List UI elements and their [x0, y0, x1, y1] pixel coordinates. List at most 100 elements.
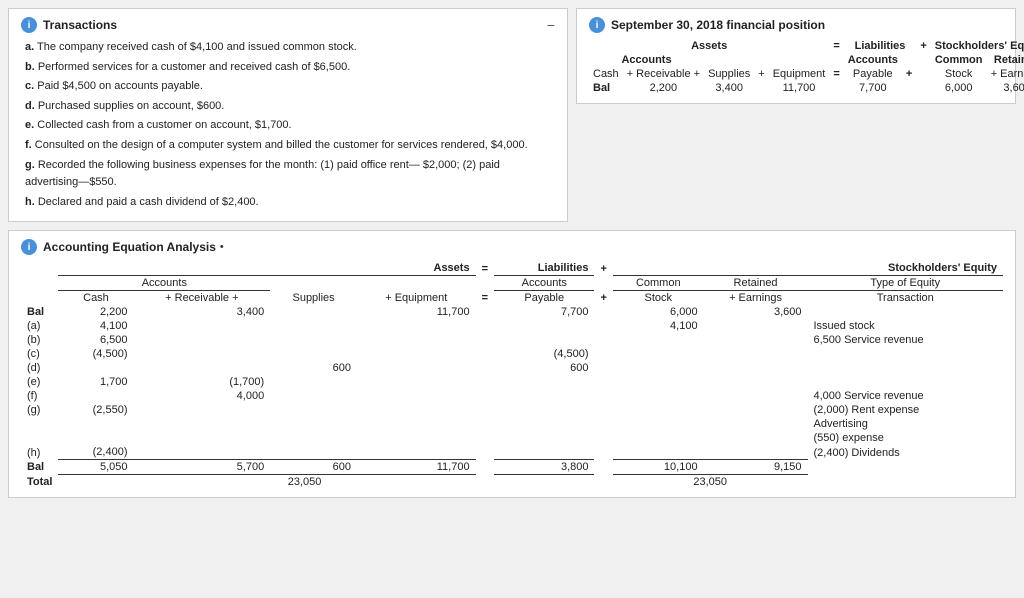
- transaction-h: h. Declared and paid a cash dividend of …: [25, 194, 551, 212]
- payable-subheader: Accounts: [844, 53, 902, 67]
- accounting-eq-panel: i Accounting Equation Analysis • Assets …: [8, 230, 1016, 498]
- cell-payable: 600: [494, 361, 594, 375]
- fin-position-header: i September 30, 2018 financial position: [589, 17, 1003, 33]
- retained-sub: Retained: [704, 276, 808, 291]
- main-container: i Transactions − a. The company received…: [8, 8, 1016, 498]
- fin-earnings-val: 3,600: [987, 81, 1024, 95]
- cell-payable: 7,700: [494, 305, 594, 319]
- liabilities-header: Liabilities: [844, 39, 917, 53]
- row-label: (h): [21, 445, 58, 460]
- transaction-d: d. Purchased supplies on account, $600.: [25, 98, 551, 116]
- retained-subheader: Retained: [987, 53, 1024, 67]
- supplies-header: Supplies: [270, 291, 357, 306]
- transaction-a: a. The company received cash of $4,100 a…: [25, 39, 551, 57]
- cell-cash: 1,700: [58, 375, 133, 389]
- cell-cash: 5,050: [58, 460, 133, 475]
- transaction-b: b. Performed services for a customer and…: [25, 59, 551, 77]
- accounts-payable-sub: Accounts: [494, 276, 594, 291]
- payable-header: Payable: [494, 291, 594, 306]
- cell-type: (550) expense: [808, 431, 1004, 445]
- common-subheader: Common: [931, 53, 987, 67]
- cell-supplies: 600: [270, 460, 357, 475]
- cell-common: 10,100: [613, 460, 704, 475]
- plus2: +: [902, 67, 916, 81]
- table-row: (550) expense: [21, 431, 1003, 445]
- row-label: (c): [21, 347, 58, 361]
- cell-supplies: 600: [270, 361, 357, 375]
- cell-common: 6,000: [613, 305, 704, 319]
- table-row: (e) 1,700 (1,700): [21, 375, 1003, 389]
- transaction-c: c. Paid $4,500 on accounts payable.: [25, 78, 551, 96]
- table-row: (b) 6,500 6,500 Service revenue: [21, 333, 1003, 347]
- accounts-sub: Accounts: [58, 276, 270, 291]
- bal-label: Bal: [589, 81, 623, 95]
- cell-supplies: [270, 305, 357, 319]
- eq-dot[interactable]: •: [220, 241, 224, 253]
- cell-receivable: 5,700: [133, 460, 270, 475]
- assets-header: Assets: [589, 39, 829, 53]
- transactions-list: a. The company received cash of $4,100 a…: [21, 39, 555, 211]
- eq-title: Accounting Equation Analysis: [43, 240, 216, 254]
- row-label: (b): [21, 333, 58, 347]
- top-row: i Transactions − a. The company received…: [8, 8, 1016, 222]
- table-row: (h) (2,400) (2,400) Dividends: [21, 445, 1003, 460]
- row-label: (a): [21, 319, 58, 333]
- transactions-minimize-button[interactable]: −: [547, 18, 555, 32]
- plus3: [916, 67, 930, 81]
- transactions-header: i Transactions −: [21, 17, 555, 33]
- fin-position-info-icon: i: [589, 17, 605, 33]
- cell-type: Advertising: [808, 417, 1004, 431]
- cell-receivable: 4,000: [133, 389, 270, 403]
- row-label: (g): [21, 403, 58, 417]
- earnings-header: + Earnings: [704, 291, 808, 306]
- receivable-col-header: + Receivable +: [623, 67, 704, 81]
- eq-equals: =: [476, 261, 494, 276]
- transactions-panel: i Transactions − a. The company received…: [8, 8, 568, 222]
- cell-equipment: 11,700: [357, 460, 476, 475]
- fin-receivable-val: 3,400: [704, 81, 754, 95]
- eq-info-icon: i: [21, 239, 37, 255]
- fin-cash-val: 2,200: [623, 81, 704, 95]
- transactions-info-icon: i: [21, 17, 37, 33]
- fin-payable-val: 7,700: [844, 81, 902, 95]
- row-label: Bal: [21, 305, 58, 319]
- total-assets-val: 23,050: [133, 475, 475, 490]
- transaction-f: f. Consulted on the design of a computer…: [25, 137, 551, 155]
- table-row: Bal 5,050 5,700 600 11,700 3,800 10,100 …: [21, 460, 1003, 475]
- fin-position-title: September 30, 2018 financial position: [611, 18, 825, 32]
- equipment-header: + Equipment: [357, 291, 476, 306]
- table-row: Bal 2,200 3,400 11,700 7,700 6,000 3,600: [21, 305, 1003, 319]
- cell-cash: (2,400): [58, 445, 133, 460]
- table-row: (g) (2,550) (2,000) Rent expense: [21, 403, 1003, 417]
- cell-payable: 3,800: [494, 460, 594, 475]
- cell-equipment: 11,700: [357, 305, 476, 319]
- cell-retained: 3,600: [704, 305, 808, 319]
- plus-operator: +: [916, 39, 930, 53]
- cash-col-header: Cash: [589, 67, 623, 81]
- eq-equals2: =: [476, 291, 494, 306]
- table-row: Advertising: [21, 417, 1003, 431]
- cell-cash: 4,100: [58, 319, 133, 333]
- row-label: Total: [21, 475, 58, 490]
- table-row: (a) 4,100 4,100 Issued stock: [21, 319, 1003, 333]
- cell-type: (2,000) Rent expense: [808, 403, 1004, 417]
- cell-type: Issued stock: [808, 319, 1004, 333]
- fin-equipment-val: 11,700: [769, 81, 830, 95]
- cell-type: 6,500 Service revenue: [808, 333, 1004, 347]
- cash-header: Cash: [58, 291, 133, 306]
- cell-common: 4,100: [613, 319, 704, 333]
- cell-cash: (4,500): [58, 347, 133, 361]
- stock-col-header: Stock: [931, 67, 987, 81]
- common-sub: Common: [613, 276, 704, 291]
- accounts-subheader: Accounts: [589, 53, 704, 67]
- cell-cash: 2,200: [58, 305, 133, 319]
- assets-span: Assets: [58, 261, 475, 276]
- eq-panel-header: i Accounting Equation Analysis •: [21, 239, 1003, 255]
- equals-operator: =: [829, 39, 843, 53]
- supplies-col-header: Supplies: [704, 67, 754, 81]
- stockholders-header: Stockholders' Equity: [931, 39, 1024, 53]
- cell-type: (2,400) Dividends: [808, 445, 1004, 460]
- row-label: Bal: [21, 460, 58, 475]
- transaction-header: Transaction: [808, 291, 1004, 306]
- table-row: (c) (4,500) (4,500): [21, 347, 1003, 361]
